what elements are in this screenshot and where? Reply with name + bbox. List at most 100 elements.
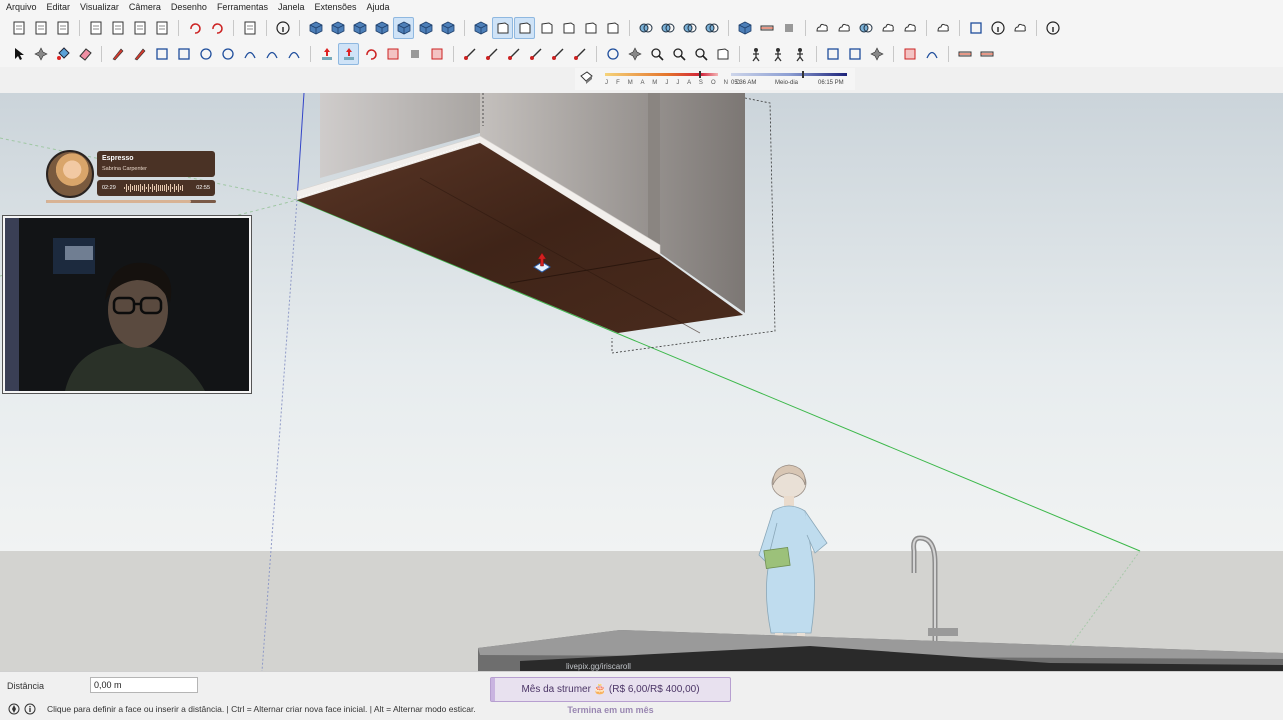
tb2-text-button[interactable] bbox=[525, 43, 546, 65]
tb2-dimension-button[interactable] bbox=[481, 43, 502, 65]
menu-extensoes[interactable]: Extensões bbox=[310, 0, 362, 15]
tb1-shaded-textures-button[interactable] bbox=[415, 17, 436, 39]
tb2-zoom-window-button[interactable] bbox=[668, 43, 689, 65]
tb1-print-button[interactable] bbox=[239, 17, 260, 39]
menu-camera[interactable]: Câmera bbox=[124, 0, 166, 15]
tb2-offset-button[interactable] bbox=[426, 43, 447, 65]
tb1-account-button[interactable] bbox=[1042, 17, 1063, 39]
tb1-save-button[interactable] bbox=[52, 17, 73, 39]
tb2-axes-button[interactable] bbox=[547, 43, 568, 65]
tb1-iso-view-button[interactable] bbox=[470, 17, 491, 39]
tb1-solid-intersect-button[interactable] bbox=[657, 17, 678, 39]
tb2-orbit-button[interactable] bbox=[602, 43, 623, 65]
tb1-solid-trim-button[interactable] bbox=[701, 17, 722, 39]
tb2-protractor-button[interactable] bbox=[503, 43, 524, 65]
tb2-rotated-rectangle-button[interactable] bbox=[173, 43, 194, 65]
tb1-bottom-view-button[interactable] bbox=[602, 17, 623, 39]
tb1-add-location-button[interactable] bbox=[811, 17, 832, 39]
tb2-pencil-line-button[interactable] bbox=[107, 43, 128, 65]
tb1-redo-button[interactable] bbox=[206, 17, 227, 39]
tb2-push-pull-button[interactable] bbox=[338, 43, 359, 65]
tb1-photo-texture-button[interactable] bbox=[833, 17, 854, 39]
tb2-eraser-button[interactable] bbox=[74, 43, 95, 65]
tb1-front-view-button[interactable] bbox=[514, 17, 535, 39]
tb1-terrain-button[interactable] bbox=[855, 17, 876, 39]
tb1-back-edges-button[interactable] bbox=[327, 17, 348, 39]
menu-editar[interactable]: Editar bbox=[42, 0, 76, 15]
tb2-component-button[interactable] bbox=[30, 43, 51, 65]
tb2-move-button[interactable] bbox=[316, 43, 337, 65]
shadow-settings-bar[interactable]: J F M A M J J A S O N D 05:36 AM Meio-di… bbox=[575, 68, 855, 90]
tb2-position-camera-button[interactable] bbox=[745, 43, 766, 65]
tb2-pan-button[interactable] bbox=[624, 43, 645, 65]
tb1-top-view-button[interactable] bbox=[492, 17, 513, 39]
tb2-look-around-button[interactable] bbox=[767, 43, 788, 65]
tb2-curve-button[interactable] bbox=[921, 43, 942, 65]
tb1-solid-subtract-button[interactable] bbox=[679, 17, 700, 39]
tb1-paste-button[interactable] bbox=[129, 17, 150, 39]
tb1-right-view-button[interactable] bbox=[536, 17, 557, 39]
date-slider[interactable] bbox=[605, 73, 718, 76]
tb1-wireframe-button[interactable] bbox=[349, 17, 370, 39]
date-slider-thumb[interactable] bbox=[699, 71, 701, 78]
shadow-toggle-icon[interactable] bbox=[580, 71, 593, 84]
tb1-components-button[interactable] bbox=[734, 17, 755, 39]
tb1-solid-union-button[interactable] bbox=[635, 17, 656, 39]
tb1-layout-button[interactable] bbox=[965, 17, 986, 39]
tb2-freehand-button[interactable] bbox=[129, 43, 150, 65]
tb1-left-view-button[interactable] bbox=[580, 17, 601, 39]
tb1-3d-warehouse-button[interactable] bbox=[877, 17, 898, 39]
tb2-zoom-button[interactable] bbox=[646, 43, 667, 65]
menu-visualizar[interactable]: Visualizar bbox=[75, 0, 124, 15]
tb1-copy-button[interactable] bbox=[107, 17, 128, 39]
geo-location-icon[interactable] bbox=[8, 703, 20, 715]
tb2-paint-bucket-button[interactable] bbox=[52, 43, 73, 65]
tb1-delete-button[interactable] bbox=[151, 17, 172, 39]
tb2-section-fill-button[interactable] bbox=[976, 43, 997, 65]
menu-janela[interactable]: Janela bbox=[273, 0, 310, 15]
tb1-cloud-button[interactable] bbox=[899, 17, 920, 39]
tb1-cut-button[interactable] bbox=[85, 17, 106, 39]
tb2-mirror-button[interactable] bbox=[899, 43, 920, 65]
measurement-input[interactable] bbox=[90, 677, 198, 693]
menu-ajuda[interactable]: Ajuda bbox=[362, 0, 395, 15]
tb1-undo-button[interactable] bbox=[184, 17, 205, 39]
tb2-pie-button[interactable] bbox=[283, 43, 304, 65]
tb2-walk-button[interactable] bbox=[789, 43, 810, 65]
tb2-arc-button[interactable] bbox=[239, 43, 260, 65]
tb2-rectangle-button[interactable] bbox=[151, 43, 172, 65]
shadow-sliders[interactable] bbox=[575, 68, 855, 90]
tb2-tape-measure-button[interactable] bbox=[459, 43, 480, 65]
tb2-follow-me-button[interactable] bbox=[404, 43, 425, 65]
tb2-select-arrow-button[interactable] bbox=[8, 43, 29, 65]
tb1-model-info-button[interactable] bbox=[272, 17, 293, 39]
tb2-sandbox-button[interactable] bbox=[822, 43, 843, 65]
tb2-3d-text-button[interactable] bbox=[569, 43, 590, 65]
tb2-circle-button[interactable] bbox=[195, 43, 216, 65]
tb1-xray-button[interactable] bbox=[305, 17, 326, 39]
tb2-box-button[interactable] bbox=[844, 43, 865, 65]
tb1-extension-manager-button[interactable] bbox=[932, 17, 953, 39]
tb1-info-button[interactable] bbox=[987, 17, 1008, 39]
tb2-polygon-button[interactable] bbox=[217, 43, 238, 65]
menu-arquivo[interactable]: Arquivo bbox=[0, 0, 42, 15]
tb1-section-plane-button[interactable] bbox=[756, 17, 777, 39]
tb2-previous-view-button[interactable] bbox=[712, 43, 733, 65]
tb2-rotate-button[interactable] bbox=[360, 43, 381, 65]
tb2-zoom-extents-button[interactable] bbox=[690, 43, 711, 65]
menu-ferramentas[interactable]: Ferramentas bbox=[212, 0, 273, 15]
tb1-shaded-button[interactable] bbox=[393, 17, 414, 39]
tb2-smoove-button[interactable] bbox=[866, 43, 887, 65]
info-icon[interactable] bbox=[24, 703, 36, 715]
tb2-scale-button[interactable] bbox=[382, 43, 403, 65]
tb2-two-point-arc-button[interactable] bbox=[261, 43, 282, 65]
time-slider-thumb[interactable] bbox=[802, 71, 804, 78]
menu-desenho[interactable]: Desenho bbox=[166, 0, 212, 15]
tb1-scenes-button[interactable] bbox=[778, 17, 799, 39]
tb2-sections-button[interactable] bbox=[954, 43, 975, 65]
tb1-back-view-button[interactable] bbox=[558, 17, 579, 39]
tb1-monochrome-button[interactable] bbox=[437, 17, 458, 39]
time-slider[interactable] bbox=[731, 73, 847, 76]
tb1-open-folder-button[interactable] bbox=[30, 17, 51, 39]
tb1-hidden-line-button[interactable] bbox=[371, 17, 392, 39]
